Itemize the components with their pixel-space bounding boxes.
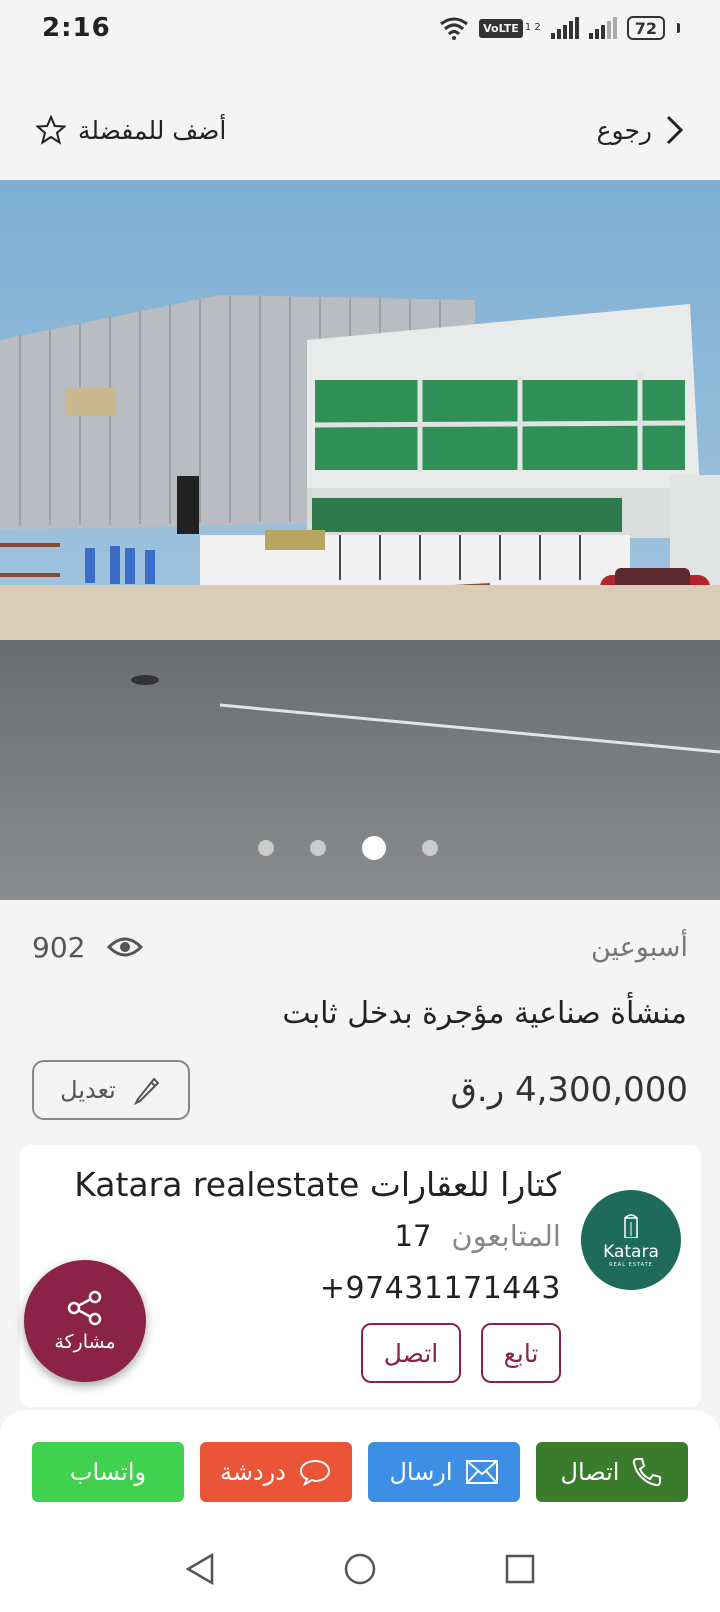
status-time: 2:16 [42, 13, 111, 43]
follow-button[interactable]: تابع [481, 1323, 561, 1383]
share-icon [67, 1290, 102, 1326]
carousel-dots [0, 833, 720, 863]
view-count: 902 [32, 930, 144, 964]
battery-indicator: 72 [626, 16, 665, 40]
nav-back-icon[interactable] [184, 1552, 216, 1586]
listing-photo-carousel[interactable] [0, 180, 720, 900]
add-favorite-button[interactable]: أضف للمفضلة [36, 115, 226, 145]
agent-logo-name: Katara [603, 1242, 659, 1262]
edit-label: تعديل [60, 1076, 116, 1104]
listing-title: منشأة صناعية مؤجرة بدخل ثابت [282, 996, 687, 1031]
carousel-dot[interactable] [258, 840, 274, 856]
chat-label: دردشة [220, 1458, 286, 1486]
nav-home-icon[interactable] [343, 1552, 377, 1586]
send-label: ارسال [389, 1458, 453, 1486]
back-button[interactable]: رجوع [597, 114, 684, 146]
agent-logo-sub: REAL ESTATE [609, 1262, 653, 1268]
wifi-icon [440, 17, 469, 40]
agent-name[interactable]: Katara realestate كتارا للعقارات [74, 1165, 561, 1204]
top-nav: أضف للمفضلة رجوع [0, 90, 720, 170]
building-logo-icon [624, 1214, 638, 1238]
envelope-icon [465, 1460, 498, 1484]
status-icons: VoLTE 1 2 72 [439, 16, 680, 40]
add-favorite-label: أضف للمفضلة [78, 115, 227, 145]
phone-icon [633, 1458, 662, 1487]
price-row: تعديل 4,300,000 ر.ق [0, 1058, 720, 1122]
carousel-dot-active[interactable] [362, 836, 386, 860]
listing-age: أسبوعين [590, 931, 688, 963]
chat-bubble-icon [299, 1459, 330, 1486]
chevron-right-icon [666, 115, 684, 145]
signal-icon-2 [588, 17, 617, 39]
contact-agent-button[interactable]: اتصل [361, 1323, 461, 1383]
share-label: مشاركة [54, 1331, 116, 1353]
pencil-icon [133, 1077, 160, 1105]
whatsapp-label: واتساب [69, 1458, 147, 1486]
carousel-dot[interactable] [422, 840, 438, 856]
call-label: اتصال [560, 1458, 620, 1486]
battery-tip [677, 23, 680, 33]
status-bar: 2:16 VoLTE 1 2 72 [0, 0, 720, 56]
signal-icon [550, 17, 579, 39]
share-button[interactable]: مشاركة [24, 1260, 146, 1382]
agent-actions: اتصل تابع [361, 1323, 561, 1383]
followers-count: 17 [394, 1219, 432, 1253]
battery-level: 72 [634, 18, 657, 38]
back-label: رجوع [596, 115, 652, 145]
volte-badge: VoLTE [479, 18, 523, 38]
chat-button[interactable]: دردشة [200, 1442, 352, 1502]
agent-logo[interactable]: Katara REAL ESTATE [581, 1190, 681, 1290]
listing-photo [0, 180, 720, 900]
edit-button[interactable]: تعديل [32, 1060, 190, 1120]
action-bar: واتساب دردشة ارسال اتصال [0, 1410, 720, 1525]
followers: المتابعون 17 [395, 1219, 562, 1253]
star-icon [36, 115, 66, 145]
call-button[interactable]: اتصال [536, 1442, 688, 1502]
listing-price: 4,300,000 ر.ق [450, 1070, 688, 1110]
nav-recents-icon[interactable] [504, 1553, 536, 1585]
carousel-dot[interactable] [310, 840, 326, 856]
send-button[interactable]: ارسال [368, 1442, 520, 1502]
listing-meta: 902 أسبوعين [0, 925, 720, 969]
eye-icon [107, 937, 144, 957]
followers-label: المتابعون [451, 1219, 561, 1253]
sim-indicator: 1 2 [524, 22, 541, 33]
view-count-value: 902 [32, 930, 86, 964]
system-nav-bar [0, 1525, 720, 1612]
whatsapp-button[interactable]: واتساب [32, 1442, 184, 1502]
agent-phone[interactable]: +97431171443 [320, 1271, 561, 1306]
